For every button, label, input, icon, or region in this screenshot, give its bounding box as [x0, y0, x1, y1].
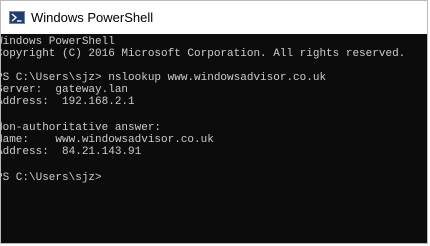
console-line-server: Server: gateway.lan — [1, 84, 129, 96]
console-line-banner: Windows PowerShell — [1, 36, 115, 48]
console-line-address: Address: 84.21.143.91 — [1, 146, 142, 158]
console-line-server-address: Address: 192.168.2.1 — [1, 96, 135, 108]
console-output[interactable]: Windows PowerShell Copyright (C) 2016 Mi… — [1, 34, 427, 243]
console-line-command: PS C:\Users\sjz> nslookup www.windowsadv… — [1, 72, 327, 84]
powershell-window: Windows PowerShell Windows PowerShell Co… — [0, 0, 428, 244]
console-line-non-authoritative: Non-authoritative answer: — [1, 122, 162, 134]
powershell-icon — [9, 11, 25, 24]
console-prompt[interactable]: PS C:\Users\sjz> — [1, 172, 102, 184]
console-line-copyright: Copyright (C) 2016 Microsoft Corporation… — [1, 48, 406, 60]
window-title: Windows PowerShell — [31, 10, 154, 25]
title-bar[interactable]: Windows PowerShell — [1, 1, 427, 34]
console-line-name: Name: www.windowsadvisor.co.uk — [1, 134, 214, 146]
